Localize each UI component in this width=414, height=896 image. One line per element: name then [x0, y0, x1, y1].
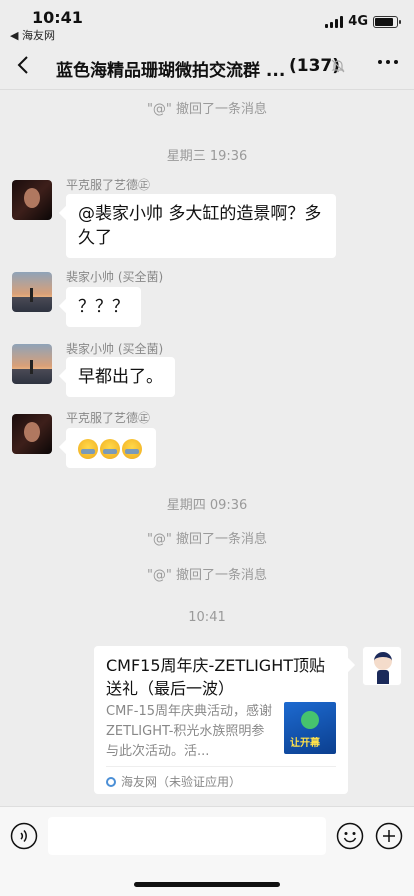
emoji-icon[interactable] — [336, 822, 364, 850]
message-bubble[interactable]: 早都出了。 — [66, 357, 175, 397]
timestamp: 星期三 19:36 — [166, 149, 248, 164]
sender-name: 平克服了艺德㊣ — [66, 178, 151, 192]
my-avatar[interactable] — [362, 646, 402, 686]
battery-icon — [373, 15, 401, 28]
card-title: CMF15周年庆-ZETLIGHT顶贴送礼（最后一波） — [106, 656, 325, 698]
avatar[interactable] — [12, 180, 52, 220]
signal-icon — [325, 15, 344, 28]
back-to-app-link[interactable]: ◀ 海友网 — [10, 27, 55, 43]
timestamp: 星期四 09:36 — [166, 498, 248, 513]
voice-icon[interactable] — [10, 822, 38, 850]
message-input[interactable] — [48, 817, 326, 855]
sender-name: 裴家小帅 (买全菌) — [66, 342, 164, 356]
link-card[interactable]: CMF15周年庆-ZETLIGHT顶贴送礼（最后一波） CMF-15周年庆典活动… — [94, 646, 348, 794]
home-indicator[interactable] — [134, 882, 280, 887]
avatar[interactable] — [12, 272, 52, 312]
card-thumb-badge: 让开幕 — [290, 738, 320, 749]
app-source-icon — [106, 776, 116, 787]
recall-notice: "@" 撤回了一条消息 — [146, 568, 268, 583]
crying-laughing-emoji-icon — [100, 439, 120, 459]
crying-laughing-emoji-icon — [78, 439, 98, 459]
card-source-label: 海友网（未验证应用） — [121, 775, 242, 789]
recall-notice: "@" 撤回了一条消息 — [146, 532, 268, 547]
card-description: CMF-15周年庆典活动，感谢 ZETLIGHT-积光水族照明参与此次活动。活.… — [106, 704, 273, 759]
card-thumbnail: 让开幕 — [284, 702, 336, 754]
status-right: 4G — [325, 14, 401, 29]
chat-title: 蓝色海精品珊瑚微拍交流群 ... — [56, 61, 286, 81]
network-label: 4G — [348, 14, 368, 29]
recall-notice: "@" 撤回了一条消息 — [146, 102, 268, 117]
bell-off-icon — [331, 59, 345, 73]
message-bubble[interactable]: @裴家小帅 多大缸的造景啊？多久了 — [66, 194, 336, 258]
chevron-left-icon[interactable] — [12, 53, 36, 77]
card-source: 海友网（未验证应用） — [106, 766, 336, 790]
emoji-message-bubble[interactable] — [66, 428, 156, 468]
status-time: 10:41 — [32, 8, 83, 27]
message-bubble[interactable]: ？？？ — [66, 287, 141, 327]
avatar[interactable] — [12, 414, 52, 454]
plus-icon[interactable] — [375, 822, 403, 850]
sender-name: 裴家小帅 (买全菌) — [66, 270, 164, 284]
timestamp: 10:41 — [188, 610, 226, 625]
sender-name: 平克服了艺德㊣ — [66, 411, 151, 425]
crying-laughing-emoji-icon — [122, 439, 142, 459]
more-icon[interactable] — [378, 60, 398, 64]
status-bar: 10:41 ◀ 海友网 4G — [0, 0, 414, 44]
avatar[interactable] — [12, 344, 52, 384]
chat-header: 蓝色海精品珊瑚微拍交流群 ... (137) — [0, 44, 414, 90]
